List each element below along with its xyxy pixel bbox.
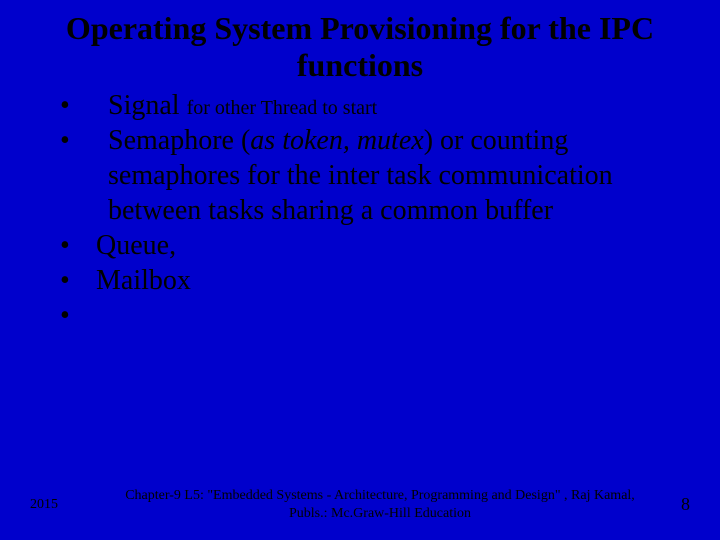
slide-footer: 2015 Chapter-9 L5: "Embedded Systems - A… [0,487,720,522]
bullet-marker: • [60,298,96,333]
page-number: 8 [650,494,690,515]
bullet-text: Mailbox [96,263,690,298]
bullet-marker: • [60,228,96,263]
bullet-text: Signal for other Thread to start [96,88,690,123]
slide-title: Operating System Provisioning for the IP… [50,10,670,84]
bullet-item: • Signal for other Thread to start [60,88,690,123]
bullet-lead: Semaphore ( [108,125,250,156]
footer-year: 2015 [30,497,110,513]
slide: Operating System Provisioning for the IP… [0,0,720,540]
bullet-rest: for other Thread to start [187,97,378,119]
bullet-item: • Mailbox [60,263,690,298]
bullet-marker: • [60,88,96,123]
bullet-lead: Signal [108,90,187,121]
bullet-text: Semaphore (as token, mutex) or counting … [96,123,690,228]
footer-citation: Chapter-9 L5: "Embedded Systems - Archit… [110,487,650,522]
bullet-italic: as token, mutex [250,125,423,156]
bullet-item: • Queue, [60,228,690,263]
bullet-item: • Semaphore (as token, mutex) or countin… [60,123,690,228]
bullet-marker: • [60,263,96,298]
bullet-item: • [60,298,690,333]
bullet-list: • Signal for other Thread to start • Sem… [30,88,690,333]
bullet-text: Queue, [96,228,690,263]
bullet-marker: • [60,123,96,158]
